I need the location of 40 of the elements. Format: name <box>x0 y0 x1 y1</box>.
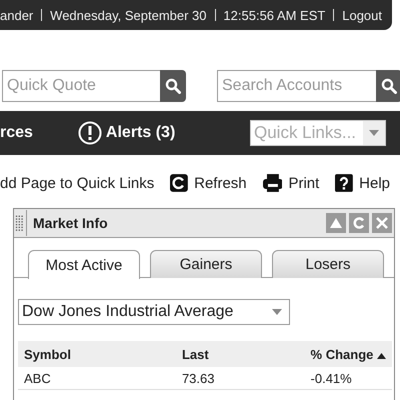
logout-link[interactable]: Logout <box>342 8 382 22</box>
panel-title: Market Info <box>33 215 108 231</box>
nav-link[interactable]: rces <box>0 124 33 142</box>
caret-icon <box>272 309 282 315</box>
alerts-link[interactable]: Alerts (3) <box>106 124 176 142</box>
table-cell: ABC <box>24 370 51 386</box>
top-bar-text: Wednesday, September 30 <box>50 8 207 22</box>
close-button[interactable] <box>372 213 392 233</box>
toolbar-link[interactable]: Print <box>288 174 320 192</box>
table-cell: 73.63 <box>182 370 214 386</box>
toolbar-link[interactable]: Refresh <box>194 174 247 192</box>
triangle-icon <box>330 218 342 228</box>
help-icon <box>335 174 354 192</box>
search-icon <box>165 78 181 94</box>
close-icon <box>376 217 388 229</box>
table-cell: -0.41% <box>310 370 352 386</box>
sort-ascending-icon <box>377 352 386 358</box>
search-icon <box>381 78 397 94</box>
search-button[interactable] <box>376 70 400 102</box>
column-header[interactable]: Symbol <box>24 346 71 362</box>
tab[interactable]: Most Active <box>28 250 140 279</box>
tab[interactable]: Gainers <box>150 250 262 278</box>
search-accounts-field[interactable]: Search Accounts <box>217 70 376 102</box>
refresh-button[interactable] <box>349 213 369 233</box>
column-header[interactable]: Last <box>182 346 209 362</box>
refresh-icon <box>170 174 188 192</box>
index-dropdown[interactable]: Dow Jones Industrial Average <box>18 299 290 325</box>
toolbar-link[interactable]: dd Page to Quick Links <box>0 174 154 192</box>
tab[interactable]: Losers <box>272 250 384 278</box>
caret-icon <box>369 130 379 136</box>
top-bar-text: ander <box>0 8 34 22</box>
toolbar-link[interactable]: Help <box>359 174 390 192</box>
quick-quote-field[interactable]: Quick Quote <box>2 70 160 102</box>
collapse-button[interactable] <box>326 213 346 233</box>
drag-handle-icon[interactable] <box>14 210 27 236</box>
search-button[interactable] <box>160 70 186 102</box>
exclamation-icon <box>78 121 102 145</box>
printer-icon <box>262 174 282 192</box>
top-bar-text: 12:55:56 AM EST <box>223 8 326 22</box>
refresh-icon <box>353 217 365 229</box>
